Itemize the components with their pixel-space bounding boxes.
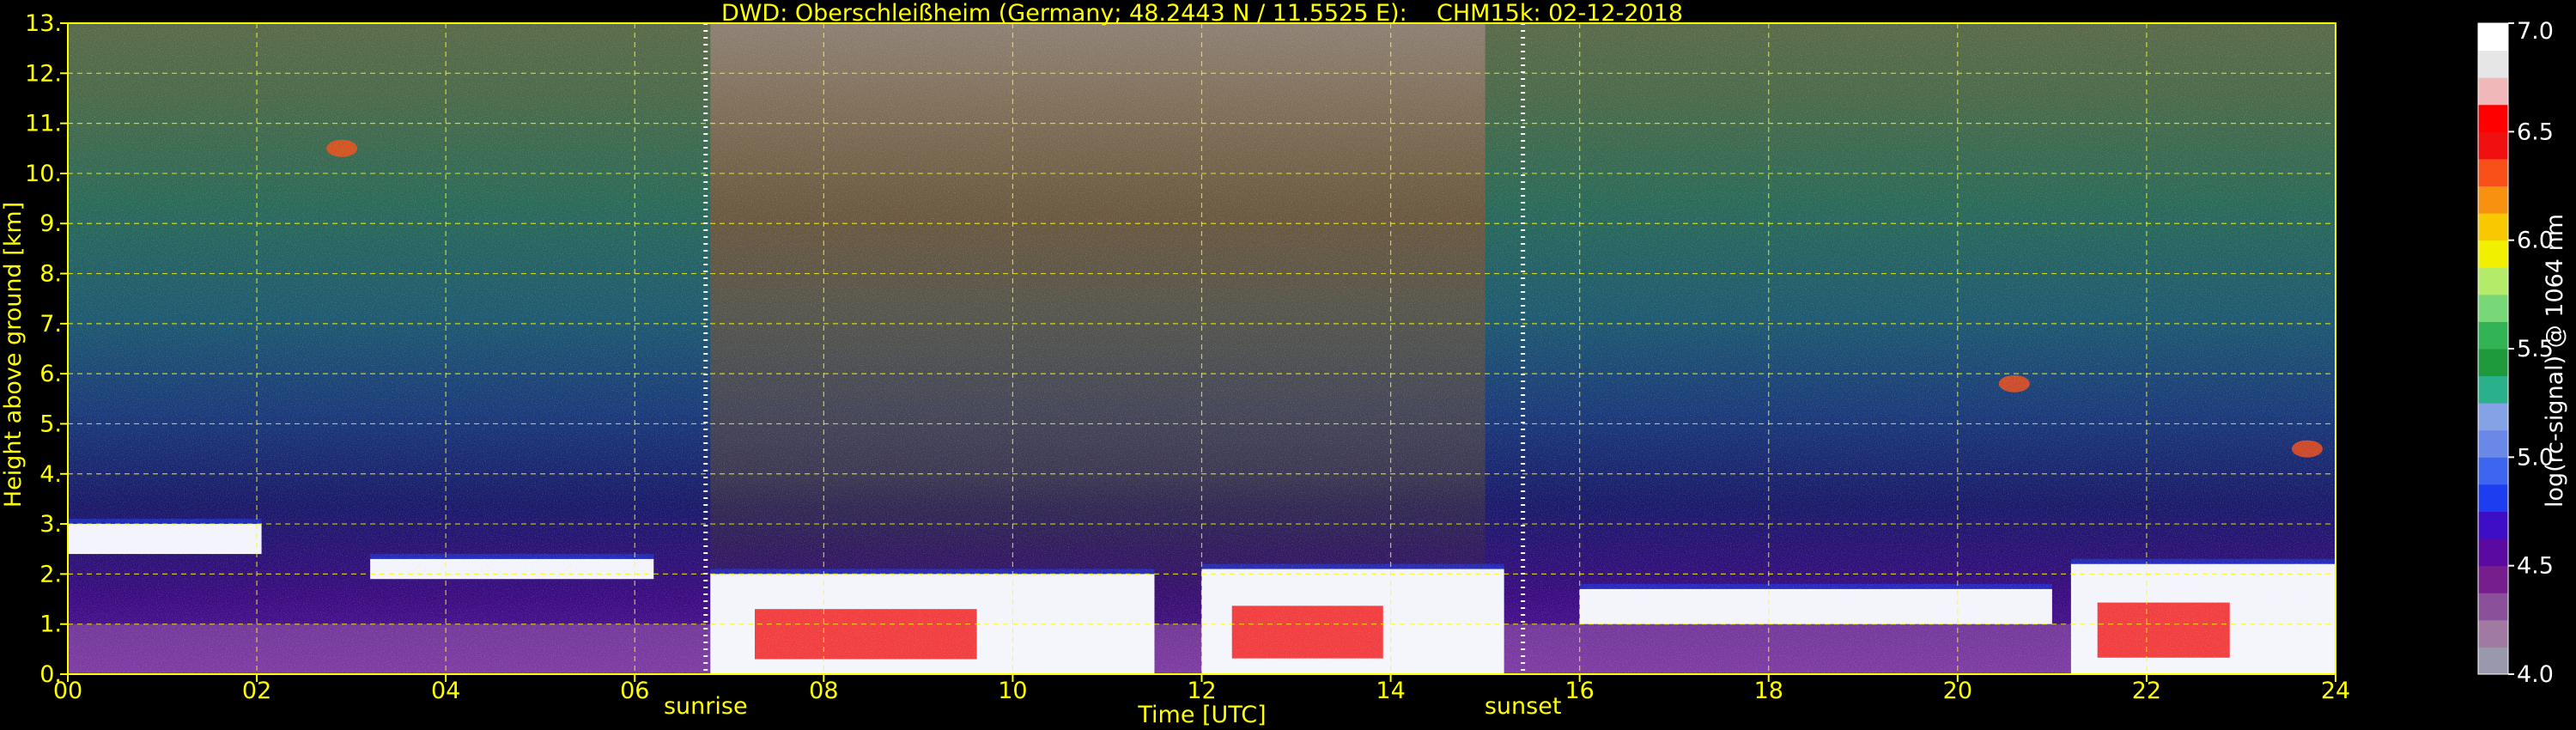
colorbar-segment-7	[2478, 457, 2508, 485]
x-tick-label-12: 12	[1187, 678, 1216, 704]
colorbar-segment-8	[2478, 429, 2508, 458]
colorbar-segment-1	[2478, 619, 2508, 648]
x-tick-label-0: 00	[53, 678, 82, 704]
y-tick-label-4: 4.	[39, 461, 62, 488]
lidar-backscatter-figure: sunrise sunset 0.1.2.3.4.5.6.7.8.9.10.11.…	[0, 0, 2568, 728]
y-tick-label-6: 6.	[39, 361, 62, 387]
colorbar-segment-19	[2478, 131, 2508, 160]
x-tick-label-22: 22	[2132, 678, 2161, 704]
x-tick-label-6: 06	[620, 678, 649, 704]
colorbar-segment-13	[2478, 294, 2508, 322]
colorbar-segment-9	[2478, 403, 2508, 431]
chart-title: DWD: Oberschleißheim (Germany; 48.2443 N…	[721, 0, 1683, 27]
colorbar-segment-16	[2478, 213, 2508, 241]
colorbar-segment-23	[2478, 23, 2508, 52]
y-tick-label-12: 12.	[25, 60, 62, 87]
colorbar-label: log(rc-signal) @ 1064 nm	[2542, 214, 2568, 508]
colorbar-segment-10	[2478, 375, 2508, 404]
y-axis-label: Height above ground [km]	[0, 202, 27, 508]
colorbar-segment-5	[2478, 511, 2508, 539]
y-tick-label-3: 3.	[39, 511, 62, 538]
colorbar-segment-11	[2478, 349, 2508, 377]
y-tick-label-9: 9.	[39, 210, 62, 237]
sunrise-label: sunrise	[664, 693, 748, 720]
colorbar-segment-21	[2478, 77, 2508, 106]
x-tick-label-10: 10	[998, 678, 1027, 704]
y-tick-label-11: 11.	[25, 111, 62, 137]
colorbar-segment-18	[2478, 158, 2508, 186]
colorbar-segment-6	[2478, 484, 2508, 512]
x-tick-label-24: 24	[2321, 678, 2350, 704]
x-tick-label-4: 04	[431, 678, 460, 704]
y-tick-label-1: 1.	[39, 611, 62, 638]
colorbar-segment-15	[2478, 240, 2508, 268]
colorbar-segment-2	[2478, 593, 2508, 621]
colorbar-segment-17	[2478, 186, 2508, 214]
x-tick-label-14: 14	[1376, 678, 1405, 704]
colorbar-segment-4	[2478, 538, 2508, 567]
x-tick-label-18: 18	[1754, 678, 1783, 704]
colorbar-segment-22	[2478, 50, 2508, 78]
colorbar-segment-0	[2478, 647, 2508, 675]
y-tick-label-10: 10.	[25, 161, 62, 187]
sunset-label: sunset	[1485, 693, 1562, 720]
x-tick-label-16: 16	[1564, 678, 1594, 704]
colorbar-tick-label-1: 4.5	[2517, 553, 2554, 580]
y-tick-label-7: 7.	[39, 311, 62, 338]
x-axis-ticks: 00 02 04 06 08 10 12 14 16 18 20 22 24	[53, 674, 2350, 704]
x-tick-label-20: 20	[1943, 678, 1972, 704]
colorbar-tick-label-5: 6.5	[2517, 119, 2554, 145]
colorbar-tick-label-6: 7.0	[2517, 18, 2554, 45]
colorbar-segment-14	[2478, 267, 2508, 295]
colorbar	[2477, 22, 2509, 675]
x-tick-label-8: 08	[809, 678, 838, 704]
x-tick-label-2: 02	[242, 678, 271, 704]
colorbar-segment-12	[2478, 321, 2508, 350]
y-tick-label-2: 2.	[39, 561, 62, 587]
colorbar-segment-3	[2478, 565, 2508, 593]
y-axis-ticks: 0.1.2.3.4.5.6.7.8.9.10.11.12.13.	[25, 10, 68, 688]
x-axis-label: Time [UTC]	[1137, 702, 1266, 728]
colorbar-segment-20	[2478, 104, 2508, 132]
colorbar-tick-label-0: 4.0	[2517, 661, 2554, 688]
y-tick-label-5: 5.	[39, 411, 62, 437]
y-tick-label-8: 8.	[39, 261, 62, 288]
y-tick-label-13: 13.	[25, 10, 62, 37]
